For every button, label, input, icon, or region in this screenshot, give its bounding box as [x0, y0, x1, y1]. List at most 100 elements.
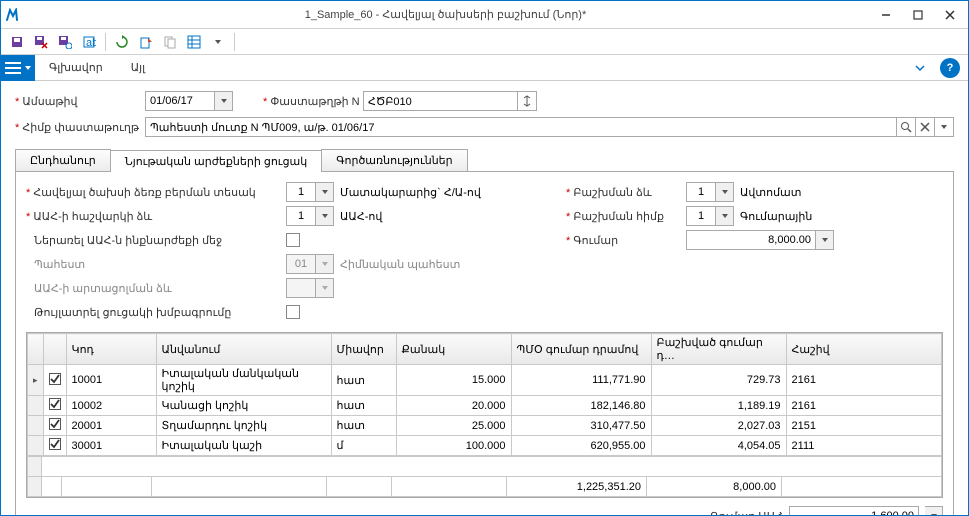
- svg-text:ab: ab: [86, 37, 96, 49]
- vat-include-checkbox[interactable]: [286, 233, 300, 247]
- save-new-icon[interactable]: [55, 32, 75, 52]
- cell-unit: հատ: [331, 396, 396, 416]
- cell-dist: 1,189.19: [651, 396, 786, 416]
- cell-unit: մ: [331, 436, 396, 456]
- cell-pmo: 111,771.90: [511, 365, 651, 396]
- dist-base-text: Գումարային: [740, 210, 812, 223]
- cell-unit: հատ: [331, 416, 396, 436]
- dist-base-label: Բաշխման հիմք: [566, 210, 664, 223]
- separator: [234, 33, 235, 51]
- col-code[interactable]: Կոդ: [66, 334, 156, 365]
- date-input[interactable]: [145, 91, 215, 111]
- cell-code: 10002: [66, 396, 156, 416]
- cell-acc: 2161: [786, 365, 941, 396]
- window-title: 1_Sample_60 - Հավելյալ ծախսերի բաշխում (…: [19, 8, 872, 21]
- menu-main[interactable]: Գլխավոր: [35, 55, 117, 81]
- cell-pmo: 620,955.00: [511, 436, 651, 456]
- tab-body: Հավելյալ ծախսի ձեռք բերման տեսակ Մատակար…: [15, 171, 954, 515]
- allow-edit-label: Թույլատրել ցուցակի խմբագրումը: [34, 306, 231, 319]
- store-dd: [316, 254, 334, 274]
- row-checkbox[interactable]: [49, 418, 61, 430]
- dist-form-label: Բաշխման ձև: [566, 186, 652, 199]
- date-picker-button[interactable]: [215, 91, 233, 111]
- dist-form-text: Ավտոմատ: [740, 186, 801, 199]
- menu-expand-icon[interactable]: [908, 63, 932, 73]
- col-acc[interactable]: Հաշիվ: [786, 334, 941, 365]
- blank-row: [28, 457, 942, 477]
- basis-search-button[interactable]: [896, 117, 916, 137]
- close-button[interactable]: [936, 4, 964, 26]
- basis-dd-button[interactable]: [934, 117, 954, 137]
- vat-amount-input[interactable]: [789, 506, 919, 515]
- help-icon[interactable]: ?: [940, 58, 960, 78]
- cell-dist: 2,027.03: [651, 416, 786, 436]
- type-code[interactable]: [286, 182, 316, 202]
- col-unit[interactable]: Միավոր: [331, 334, 396, 365]
- col-name[interactable]: Անվանում: [156, 334, 331, 365]
- copy-icon: [160, 32, 180, 52]
- maximize-button[interactable]: [904, 4, 932, 26]
- amount-input[interactable]: [686, 230, 816, 250]
- col-pmo[interactable]: ՊՄՕ գումար դրամով: [511, 334, 651, 365]
- vat-refl-label: ԱԱՀ-ի արտացոլման ձև: [34, 282, 172, 295]
- table-header: Կոդ Անվանում Միավոր Քանակ ՊՄՕ գումար դրա…: [28, 334, 942, 365]
- amount-dd[interactable]: [816, 230, 834, 250]
- vat-amount-label: Գումար ԱԱՀ: [711, 510, 783, 516]
- grid-dd-icon[interactable]: [208, 32, 228, 52]
- tab-materials[interactable]: Նյութական արժեքների ցուցակ: [110, 150, 323, 172]
- tab-general[interactable]: Ընդհանուր: [15, 149, 111, 171]
- dist-base-code[interactable]: [686, 206, 716, 226]
- cell-qty: 15.000: [396, 365, 511, 396]
- cell-qty: 25.000: [396, 416, 511, 436]
- basis-clear-button[interactable]: [915, 117, 935, 137]
- table-row[interactable]: 10001Իտալական մանկական կոշիկհատ15.000111…: [28, 365, 942, 396]
- amount-label: Գումար: [566, 234, 618, 247]
- row-checkbox[interactable]: [49, 373, 61, 385]
- row-checkbox[interactable]: [49, 438, 61, 450]
- save-icon[interactable]: [7, 32, 27, 52]
- basis-input[interactable]: [145, 117, 897, 137]
- docn-lookup-button[interactable]: [517, 91, 537, 111]
- docn-input[interactable]: [363, 91, 518, 111]
- col-dist[interactable]: Բաշխված գումար դ…: [651, 334, 786, 365]
- dist-base-dd[interactable]: [716, 206, 734, 226]
- main-menu-button[interactable]: [1, 55, 35, 81]
- vat-calc-code[interactable]: [286, 206, 316, 226]
- minimize-button[interactable]: [872, 4, 900, 26]
- dist-form-dd[interactable]: [716, 182, 734, 202]
- dist-form-code[interactable]: [686, 182, 716, 202]
- export-icon[interactable]: [136, 32, 156, 52]
- content: Ամսաթիվ Փաստաթղթի N Հիմք փաստաթուղթ Ընդհ…: [1, 81, 968, 515]
- table-row[interactable]: 30001Իտալական կաշիմ100.000620,955.004,05…: [28, 436, 942, 456]
- allow-edit-checkbox[interactable]: [286, 305, 300, 319]
- cell-acc: 2111: [786, 436, 941, 456]
- cell-code: 20001: [66, 416, 156, 436]
- table-row[interactable]: 20001Տղամարդու կոշիկհատ25.000310,477.502…: [28, 416, 942, 436]
- cell-acc: 2151: [786, 416, 941, 436]
- menu-other[interactable]: Այլ: [117, 55, 159, 81]
- store-code: [286, 254, 316, 274]
- tab-operations[interactable]: Գործառնություններ: [321, 149, 467, 171]
- vat-calc-label: ԱԱՀ-ի հաշվարկի ձև: [26, 210, 152, 223]
- tabstrip: Ընդհանուր Նյութական արժեքների ցուցակ Գոր…: [15, 149, 954, 171]
- table-row[interactable]: 10002Կանացի կոշիկհատ20.000182,146.801,18…: [28, 396, 942, 416]
- row-checkbox[interactable]: [49, 398, 61, 410]
- vat-calc-dd[interactable]: [316, 206, 334, 226]
- grid-icon[interactable]: [184, 32, 204, 52]
- type-dd[interactable]: [316, 182, 334, 202]
- basis-label: Հիմք փաստաթուղթ: [15, 121, 145, 134]
- grid: Կոդ Անվանում Միավոր Քանակ ՊՄՕ գումար դրա…: [26, 332, 943, 498]
- titlebar: 1_Sample_60 - Հավելյալ ծախսերի բաշխում (…: [1, 1, 968, 29]
- app-logo-icon: [5, 8, 19, 22]
- separator: [105, 33, 106, 51]
- date-label: Ամսաթիվ: [15, 95, 145, 108]
- total-dist: 8,000.00: [647, 477, 782, 497]
- col-qty[interactable]: Քանակ: [396, 334, 511, 365]
- refresh-icon[interactable]: [112, 32, 132, 52]
- vat-refl-dd: [316, 278, 334, 298]
- vat-amount-dd[interactable]: [925, 506, 943, 515]
- script-icon[interactable]: ab: [79, 32, 99, 52]
- vat-include-label: Ներառել ԱԱՀ-ն ինքնարժեքի մեջ: [34, 234, 222, 247]
- cell-qty: 100.000: [396, 436, 511, 456]
- save-close-icon[interactable]: [31, 32, 51, 52]
